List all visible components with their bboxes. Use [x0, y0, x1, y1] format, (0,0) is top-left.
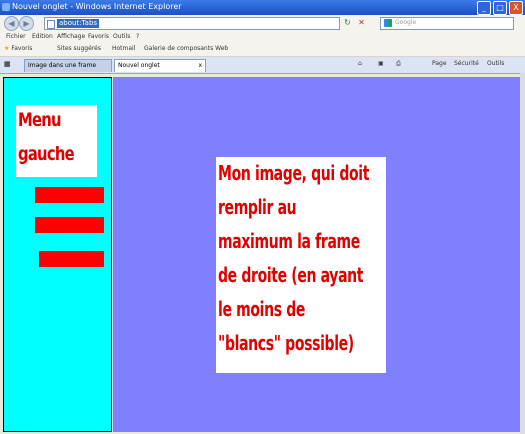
menu-bar-2[interactable]	[35, 217, 104, 233]
tools-menu[interactable]: Outils	[487, 60, 504, 67]
star-icon: ★	[4, 45, 10, 52]
menu-outils[interactable]: Outils	[113, 33, 130, 40]
search-provider-icon	[384, 19, 392, 27]
stop-button[interactable]: ✕	[356, 17, 367, 28]
menu-title-line1: Menu	[18, 109, 62, 131]
left-frame: Menu gauche	[3, 77, 112, 432]
tab-image-frame[interactable]: Image dans une frame	[24, 59, 112, 72]
frame-image: Mon image, qui doit remplir au maximum l…	[216, 157, 386, 373]
tab-label: Image dans une frame	[28, 62, 97, 69]
address-bar[interactable]: about:Tabs	[44, 17, 340, 30]
maximize-button[interactable]: □	[493, 1, 507, 15]
menu-bar-3[interactable]	[39, 251, 104, 267]
page-content: Menu gauche Mon image, qui doit remplir …	[0, 73, 525, 434]
minimize-button[interactable]: _	[477, 1, 491, 15]
back-button[interactable]: ◀	[4, 16, 19, 31]
favorites-bar: ★ Favoris Sites suggérés Hotmail Galerie…	[0, 42, 525, 57]
page-icon	[47, 20, 55, 29]
security-menu[interactable]: Sécurité	[454, 60, 479, 67]
address-toolbar: ◀ ▶ about:Tabs ↻ ✕ Google	[0, 15, 525, 33]
ie-icon	[2, 3, 10, 11]
home-icon[interactable]: ⌂	[358, 60, 362, 67]
address-text[interactable]: about:Tabs	[57, 19, 100, 28]
tab-label: Nouvel onglet	[118, 62, 160, 69]
menu-fichier[interactable]: Fichier	[6, 33, 26, 40]
fav-web-slice[interactable]: Galerie de composants Web	[144, 45, 228, 52]
menu-edition[interactable]: Edition	[32, 33, 53, 40]
right-frame: Mon image, qui doit remplir au maximum l…	[113, 77, 520, 432]
search-placeholder: Google	[395, 19, 417, 26]
fav-hotmail[interactable]: Hotmail	[112, 45, 135, 52]
favorites-button[interactable]: ★ Favoris	[4, 45, 32, 52]
image-text-line6: "blancs" possible)	[218, 331, 354, 355]
left-menu-box: Menu gauche	[16, 105, 97, 177]
fav-suggested-sites[interactable]: Sites suggérés	[57, 45, 101, 52]
close-button[interactable]: X	[509, 1, 523, 15]
image-text-line5: le moins de	[218, 297, 306, 321]
image-text-line3: maximum la frame	[218, 229, 360, 253]
title-bar: Nouvel onglet - Windows Internet Explore…	[0, 0, 525, 15]
image-text-line1: Mon image, qui doit	[218, 161, 370, 185]
menu-bar-1[interactable]	[35, 187, 104, 203]
quick-tabs-icon[interactable]: ▦	[4, 60, 11, 68]
image-text-line2: remplir au	[218, 195, 297, 219]
favorites-label: Favoris	[11, 45, 33, 52]
menu-title-line2: gauche	[18, 143, 75, 165]
window-controls: _ □ X	[477, 1, 523, 15]
image-text-line4: de droite (en ayant	[218, 263, 364, 287]
tab-new[interactable]: Nouvel onglet x	[114, 59, 206, 72]
close-tab-icon[interactable]: x	[198, 60, 202, 72]
scrollbar[interactable]	[520, 73, 525, 434]
menu-favoris[interactable]: Favoris	[88, 33, 109, 40]
search-box[interactable]: Google	[380, 17, 514, 30]
refresh-button[interactable]: ↻	[342, 17, 353, 28]
tab-bar: ▦ Image dans une frame Nouvel onglet x ⌂…	[0, 57, 525, 74]
page-menu[interactable]: Page	[432, 60, 447, 67]
feeds-icon[interactable]: ▣	[378, 60, 384, 67]
menu-bar: Fichier Edition Affichage Favoris Outils…	[0, 32, 525, 42]
forward-button[interactable]: ▶	[19, 16, 34, 31]
menu-help[interactable]: ?	[136, 33, 139, 40]
print-icon[interactable]: ⎙	[396, 60, 401, 68]
window-title: Nouvel onglet - Windows Internet Explore…	[12, 2, 182, 11]
menu-affichage[interactable]: Affichage	[57, 33, 85, 40]
